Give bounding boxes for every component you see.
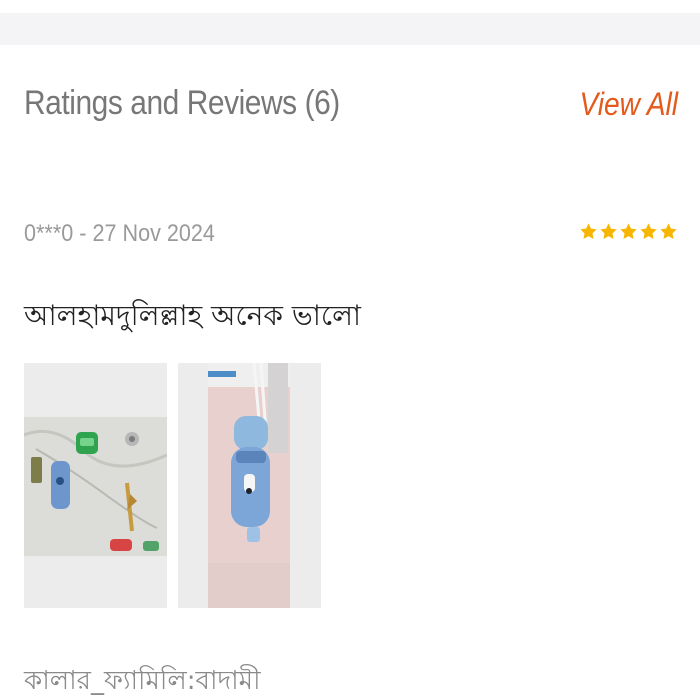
review-meta: 0***0 - 27 Nov 2024 <box>24 220 215 247</box>
star-icon <box>660 223 677 239</box>
star-icon <box>640 223 657 239</box>
ratings-section-title: Ratings and Reviews (6) <box>24 84 340 122</box>
review-photo-thumbnail-2[interactable] <box>178 363 321 608</box>
product-reviews-page: Ratings and Reviews (6) View All 0***0 -… <box>0 0 700 700</box>
review-photo-icon <box>24 363 167 608</box>
rating-stars <box>579 222 678 241</box>
top-white-strip <box>0 0 700 13</box>
color-family-label: কালার_ফ্যামিলি:বাদামী <box>24 666 261 696</box>
star-icon <box>620 223 637 239</box>
review-text: আলহামদুলিল্লাহ অনেক ভালো <box>24 299 362 332</box>
star-icon <box>600 223 617 239</box>
view-all-reviews-link[interactable]: View All <box>579 86 678 123</box>
star-icon <box>580 223 597 239</box>
review-photo-thumbnail-1[interactable] <box>24 363 167 608</box>
review-photo-icon <box>178 363 321 608</box>
